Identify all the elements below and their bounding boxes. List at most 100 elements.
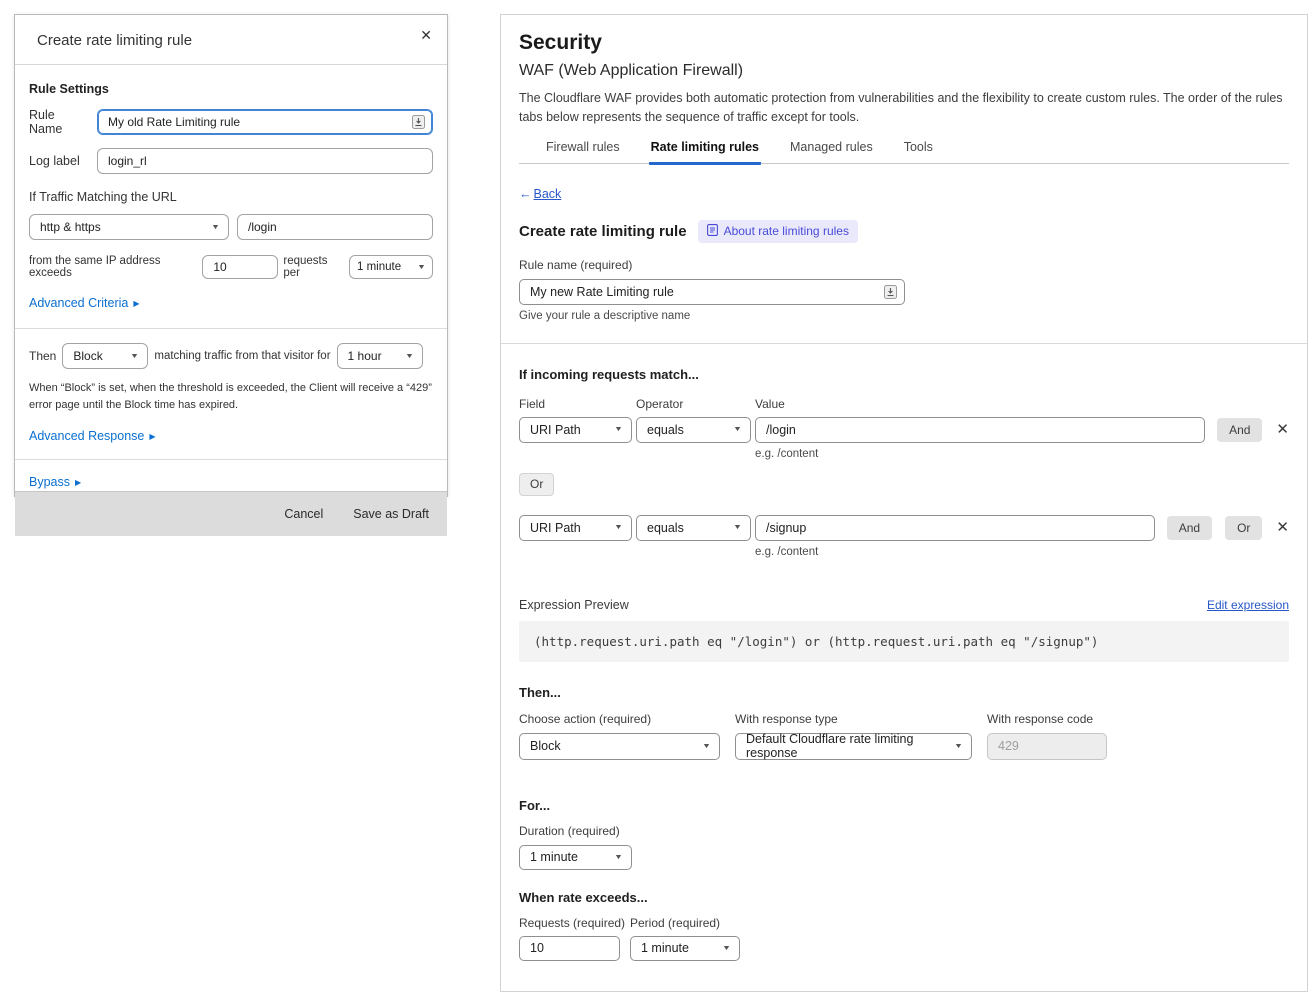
chevron-down-icon: ▼	[211, 224, 220, 231]
action-select[interactable]: Block ▼	[519, 733, 720, 760]
response-type-label: With response type	[735, 712, 972, 726]
disclosure-triangle-icon: ▶	[149, 432, 155, 441]
or-button[interactable]: Or	[1225, 516, 1262, 540]
divider	[501, 343, 1307, 344]
field-column-label: Field	[519, 397, 632, 411]
then-row: Then Block ▼ matching traffic from that …	[29, 343, 433, 369]
dialog-title: Create rate limiting rule	[37, 32, 425, 49]
expression-code: (http.request.uri.path eq "/login") or (…	[519, 621, 1289, 662]
remove-condition-icon[interactable]: ✕	[1276, 520, 1289, 535]
paste-icon[interactable]	[884, 285, 897, 299]
form-title: Create rate limiting rule	[519, 223, 687, 240]
chevron-down-icon: ▼	[733, 524, 742, 531]
duration-select[interactable]: 1 minute ▼	[519, 845, 632, 870]
response-code-input	[987, 733, 1107, 760]
chevron-down-icon: ▼	[614, 426, 623, 433]
page-description: The Cloudflare WAF provides both automat…	[519, 89, 1289, 127]
and-button[interactable]: And	[1217, 418, 1262, 442]
save-as-draft-button[interactable]: Save as Draft	[353, 507, 429, 521]
or-button[interactable]: Or	[519, 473, 554, 496]
threshold-middle: requests per	[283, 255, 344, 279]
block-duration-select[interactable]: 1 hour ▼	[337, 343, 423, 369]
action-select[interactable]: Block ▼	[62, 343, 148, 369]
then-label: Then	[29, 349, 56, 363]
operator-select[interactable]: equals ▼	[636, 417, 751, 443]
rate-heading: When rate exceeds...	[519, 890, 1289, 905]
chevron-down-icon: ▼	[417, 264, 426, 271]
operator-select[interactable]: equals ▼	[636, 515, 751, 541]
operator-column-label: Operator	[636, 397, 751, 411]
close-icon[interactable]: ✕	[420, 27, 432, 44]
expression-preview-label: Expression Preview	[519, 598, 629, 612]
threshold-row: from the same IP address exceeds request…	[29, 255, 433, 279]
chevron-down-icon: ▼	[405, 353, 414, 360]
response-code-label: With response code	[987, 712, 1107, 726]
match-condition-row: URI Path ▼ equals ▼ And Or ✕	[519, 515, 1289, 541]
duration-label: Duration (required)	[519, 824, 1289, 838]
tab-rate-limiting-rules[interactable]: Rate limiting rules	[649, 140, 761, 165]
advanced-criteria-link[interactable]: Advanced Criteria ▶	[29, 296, 140, 310]
rule-name-helper: Give your rule a descriptive name	[519, 310, 1289, 322]
value-column-label: Value	[755, 397, 785, 411]
tab-firewall-rules[interactable]: Firewall rules	[544, 140, 622, 165]
rule-name-row: Rule Name	[29, 108, 433, 136]
match-condition-row: URI Path ▼ equals ▼ And ✕	[519, 417, 1289, 443]
traffic-match-label: If Traffic Matching the URL	[29, 190, 177, 204]
tab-managed-rules[interactable]: Managed rules	[788, 140, 875, 165]
chevron-down-icon: ▼	[614, 854, 623, 861]
value-input[interactable]	[755, 417, 1205, 443]
field-select[interactable]: URI Path ▼	[519, 417, 632, 443]
field-select[interactable]: URI Path ▼	[519, 515, 632, 541]
page-subtitle: WAF (Web Application Firewall)	[519, 62, 1289, 80]
back-link[interactable]: ← Back	[519, 187, 561, 201]
threshold-prefix: from the same IP address exceeds	[29, 255, 197, 279]
rule-name-label: Rule Name	[29, 108, 89, 136]
choose-action-label: Choose action (required)	[519, 712, 720, 726]
then-middle-text: matching traffic from that visitor for	[154, 350, 330, 362]
for-heading: For...	[519, 798, 1289, 813]
value-input[interactable]	[755, 515, 1155, 541]
rule-settings-heading: Rule Settings	[29, 82, 433, 96]
url-match-row: http & https ▼	[29, 214, 433, 240]
page-title: Security	[519, 31, 1289, 55]
url-input[interactable]	[237, 214, 433, 240]
period-select[interactable]: 1 minute ▼	[630, 936, 740, 961]
then-heading: Then...	[519, 685, 1289, 700]
tab-bar: Firewall rules Rate limiting rules Manag…	[519, 140, 1289, 164]
and-button[interactable]: And	[1167, 516, 1212, 540]
response-type-select[interactable]: Default Cloudflare rate limiting respons…	[735, 733, 972, 760]
tab-tools[interactable]: Tools	[902, 140, 935, 165]
document-icon	[707, 224, 718, 239]
bypass-link[interactable]: Bypass ▶	[29, 475, 81, 489]
disclosure-triangle-icon: ▶	[133, 299, 139, 308]
paste-icon[interactable]	[412, 115, 425, 129]
requests-input[interactable]	[202, 255, 278, 279]
disclosure-triangle-icon: ▶	[75, 478, 81, 487]
waf-page-panel: Security WAF (Web Application Firewall) …	[500, 14, 1308, 992]
legacy-rate-limit-dialog: Create rate limiting rule ✕ Rule Setting…	[14, 14, 448, 497]
about-rate-limiting-badge[interactable]: About rate limiting rules	[698, 220, 858, 243]
advanced-response-link[interactable]: Advanced Response ▶	[29, 429, 156, 443]
dialog-header: Create rate limiting rule ✕	[15, 15, 447, 65]
rule-name-input[interactable]	[519, 279, 905, 305]
rule-name-label: Rule name (required)	[519, 258, 1289, 272]
block-note: When “Block” is set, when the threshold …	[29, 380, 433, 414]
chevron-down-icon: ▼	[702, 743, 711, 750]
divider	[15, 328, 447, 329]
period-select[interactable]: 1 minute ▼	[349, 255, 433, 279]
log-label-input[interactable]	[97, 148, 433, 174]
requests-input[interactable]	[519, 936, 620, 961]
cancel-button[interactable]: Cancel	[284, 507, 323, 521]
value-helper: e.g. /content	[755, 448, 1289, 460]
edit-expression-link[interactable]: Edit expression	[1207, 598, 1289, 612]
chevron-down-icon: ▼	[614, 524, 623, 531]
dialog-footer: Cancel Save as Draft	[15, 491, 447, 536]
chevron-down-icon: ▼	[733, 426, 742, 433]
scheme-select[interactable]: http & https ▼	[29, 214, 229, 240]
rule-name-input[interactable]	[97, 109, 433, 135]
back-arrow-icon: ←	[519, 187, 532, 201]
chevron-down-icon: ▼	[130, 353, 139, 360]
value-helper: e.g. /content	[755, 546, 1289, 558]
log-label-label: Log label	[29, 154, 89, 168]
remove-condition-icon[interactable]: ✕	[1276, 422, 1289, 437]
